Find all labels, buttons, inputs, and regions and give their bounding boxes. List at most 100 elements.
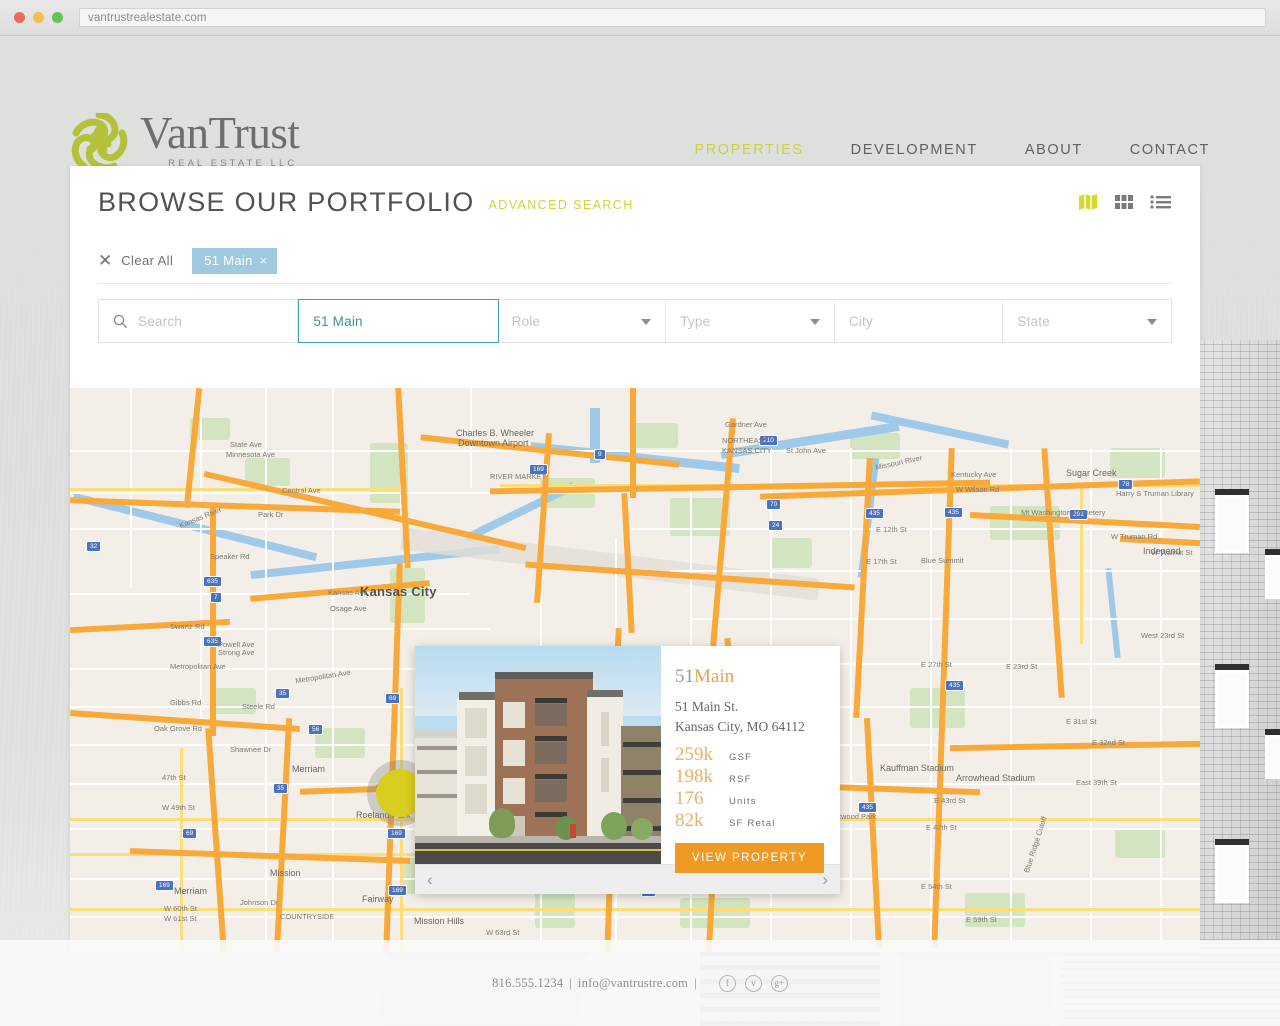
highway-shield: 56: [308, 724, 324, 735]
map-label-kansas-city: Kansas City: [360, 584, 437, 599]
nav-item-development[interactable]: DEVELOPMENT: [851, 142, 978, 158]
highway-shield: 435: [944, 507, 963, 518]
footer-separator-1: |: [569, 975, 573, 990]
site-logo[interactable]: VanTrust REAL ESTATE LLC: [70, 108, 300, 171]
highway-shield: 169: [387, 828, 406, 839]
highway-shield: 24: [768, 520, 784, 531]
minimize-window-button[interactable]: [33, 12, 44, 23]
city-field[interactable]: City: [835, 300, 1004, 342]
footer-email[interactable]: info@vantrustre.com: [578, 976, 688, 991]
highway-shield: 70: [766, 499, 782, 510]
site-footer: 816.555.1234 | info@vantrustre.com | f ᴠ…: [0, 940, 1280, 1026]
property-address-line1: 51 Main St.: [675, 699, 739, 714]
chevron-down-icon: [641, 319, 652, 325]
keyword-field[interactable]: 51 Main: [298, 299, 499, 343]
nav-item-about[interactable]: ABOUT: [1025, 142, 1083, 158]
nav-item-contact[interactable]: CONTACT: [1130, 142, 1210, 158]
property-info-card: 51Main 51 Main St. Kansas City, MO 64112…: [415, 646, 840, 894]
map-icon[interactable]: [1078, 192, 1098, 212]
window-controls[interactable]: [0, 12, 63, 23]
stat-units-label: Units: [729, 796, 757, 808]
chevron-down-icon: [809, 319, 820, 325]
property-address-line2: Kansas City, MO 64112: [675, 718, 805, 734]
carousel-prev-icon[interactable]: ‹: [427, 871, 433, 888]
chevron-down-icon: [1147, 319, 1157, 325]
page-root: VanTrust REAL ESTATE LLC PROPERTIES DEVE…: [0, 36, 1280, 1026]
property-card-body: 51Main 51 Main St. Kansas City, MO 64112…: [415, 646, 840, 874]
stat-rsf: 198k RSF: [675, 766, 824, 788]
property-photo: [415, 646, 661, 864]
search-field[interactable]: Search: [99, 300, 299, 342]
portfolio-panel: BROWSE OUR PORTFOLIO ADVANCED SEARCH ✕ C…: [70, 166, 1200, 952]
close-icon: ✕: [98, 251, 113, 270]
role-select[interactable]: Role: [498, 300, 667, 342]
highway-shield: 435: [945, 680, 964, 691]
stat-sf-retail: 82k SF Retal: [675, 810, 824, 832]
type-select[interactable]: Type: [666, 300, 835, 342]
highway-shield: 435: [865, 508, 884, 519]
facebook-icon[interactable]: f: [718, 974, 736, 992]
search-placeholder: Search: [138, 313, 182, 329]
stat-gsf: 259k GSF: [675, 744, 824, 766]
view-property-button[interactable]: VIEW PROPERTY: [675, 843, 824, 874]
highway-shield: 69: [182, 828, 198, 839]
state-select[interactable]: State: [1003, 300, 1171, 342]
stat-sf-retail-label: SF Retal: [729, 818, 776, 830]
advanced-search-link[interactable]: ADVANCED SEARCH: [489, 198, 634, 212]
filter-bar: Search 51 Main Role Type City State: [98, 299, 1172, 343]
stat-sf-retail-value: 82k: [675, 810, 704, 832]
highway-shield: 69: [385, 693, 401, 704]
site-header: VanTrust REAL ESTATE LLC PROPERTIES DEVE…: [0, 36, 1280, 171]
property-stats: 259k GSF 198k RSF 176 Units 82k SF Retal: [675, 744, 824, 832]
zoom-window-button[interactable]: [52, 12, 63, 23]
filter-chip-51-main[interactable]: 51 Main ×: [192, 247, 277, 274]
twitter-icon[interactable]: ᴠ: [744, 974, 762, 992]
panel-header: BROWSE OUR PORTFOLIO ADVANCED SEARCH: [70, 166, 1200, 238]
clear-all-button[interactable]: ✕ Clear All: [98, 252, 173, 269]
property-title: 51Main: [675, 667, 824, 686]
stat-gsf-label: GSF: [729, 752, 753, 764]
stat-units: 176 Units: [675, 788, 824, 810]
logo-text: VanTrust REAL ESTATE LLC: [140, 108, 300, 169]
clear-all-label: Clear All: [121, 253, 174, 268]
filter-chip-label: 51 Main: [204, 253, 253, 268]
edge-building-photo: [1195, 340, 1280, 940]
search-icon: [113, 314, 128, 329]
close-window-button[interactable]: [14, 12, 25, 23]
keyword-value: 51 Main: [313, 313, 363, 329]
stat-rsf-value: 198k: [675, 766, 713, 788]
list-icon[interactable]: [1150, 192, 1172, 212]
property-title-name: Main: [694, 666, 735, 687]
vantrust-rosette-logo-icon: [70, 111, 128, 171]
nav-item-properties[interactable]: PROPERTIES: [694, 142, 803, 158]
grid-icon[interactable]: [1114, 192, 1134, 212]
stat-rsf-label: RSF: [729, 774, 752, 786]
footer-separator-2: |: [694, 975, 697, 990]
highway-shield: 635: [203, 576, 222, 587]
logo-wordmark: VanTrust: [140, 108, 300, 158]
footer-phone[interactable]: 816.555.1234: [492, 976, 563, 991]
googleplus-icon[interactable]: g+: [770, 974, 788, 992]
type-placeholder: Type: [680, 313, 711, 329]
active-filters-row: ✕ Clear All 51 Main ×: [98, 238, 1172, 284]
highway-shield: 169: [155, 880, 174, 891]
highway-shield: 7: [210, 592, 222, 603]
view-toggle-group: [1078, 192, 1172, 212]
role-placeholder: Role: [511, 313, 541, 329]
browser-chrome: vantrustrealestate.com: [0, 0, 1280, 36]
property-map[interactable]: 635 635 35 35 69 169 56 169 169 69 169 1…: [70, 388, 1200, 952]
carousel-next-icon[interactable]: ›: [822, 871, 828, 888]
stat-gsf-value: 259k: [675, 744, 713, 766]
main-navigation: PROPERTIES DEVELOPMENT ABOUT CONTACT: [694, 142, 1210, 158]
property-address: 51 Main St. Kansas City, MO 64112: [675, 697, 824, 736]
page-title: BROWSE OUR PORTFOLIO: [98, 186, 475, 217]
state-placeholder: State: [1017, 313, 1050, 329]
city-placeholder: City: [848, 313, 873, 329]
url-bar[interactable]: vantrustrealestate.com: [79, 8, 1266, 27]
stat-units-value: 176: [675, 788, 704, 810]
social-links: f ᴠ g+: [718, 974, 788, 992]
filter-chip-remove-icon[interactable]: ×: [260, 253, 268, 268]
highway-shield: 32: [86, 541, 102, 552]
highway-shield: 35: [273, 783, 289, 794]
property-title-number: 51: [675, 666, 694, 687]
